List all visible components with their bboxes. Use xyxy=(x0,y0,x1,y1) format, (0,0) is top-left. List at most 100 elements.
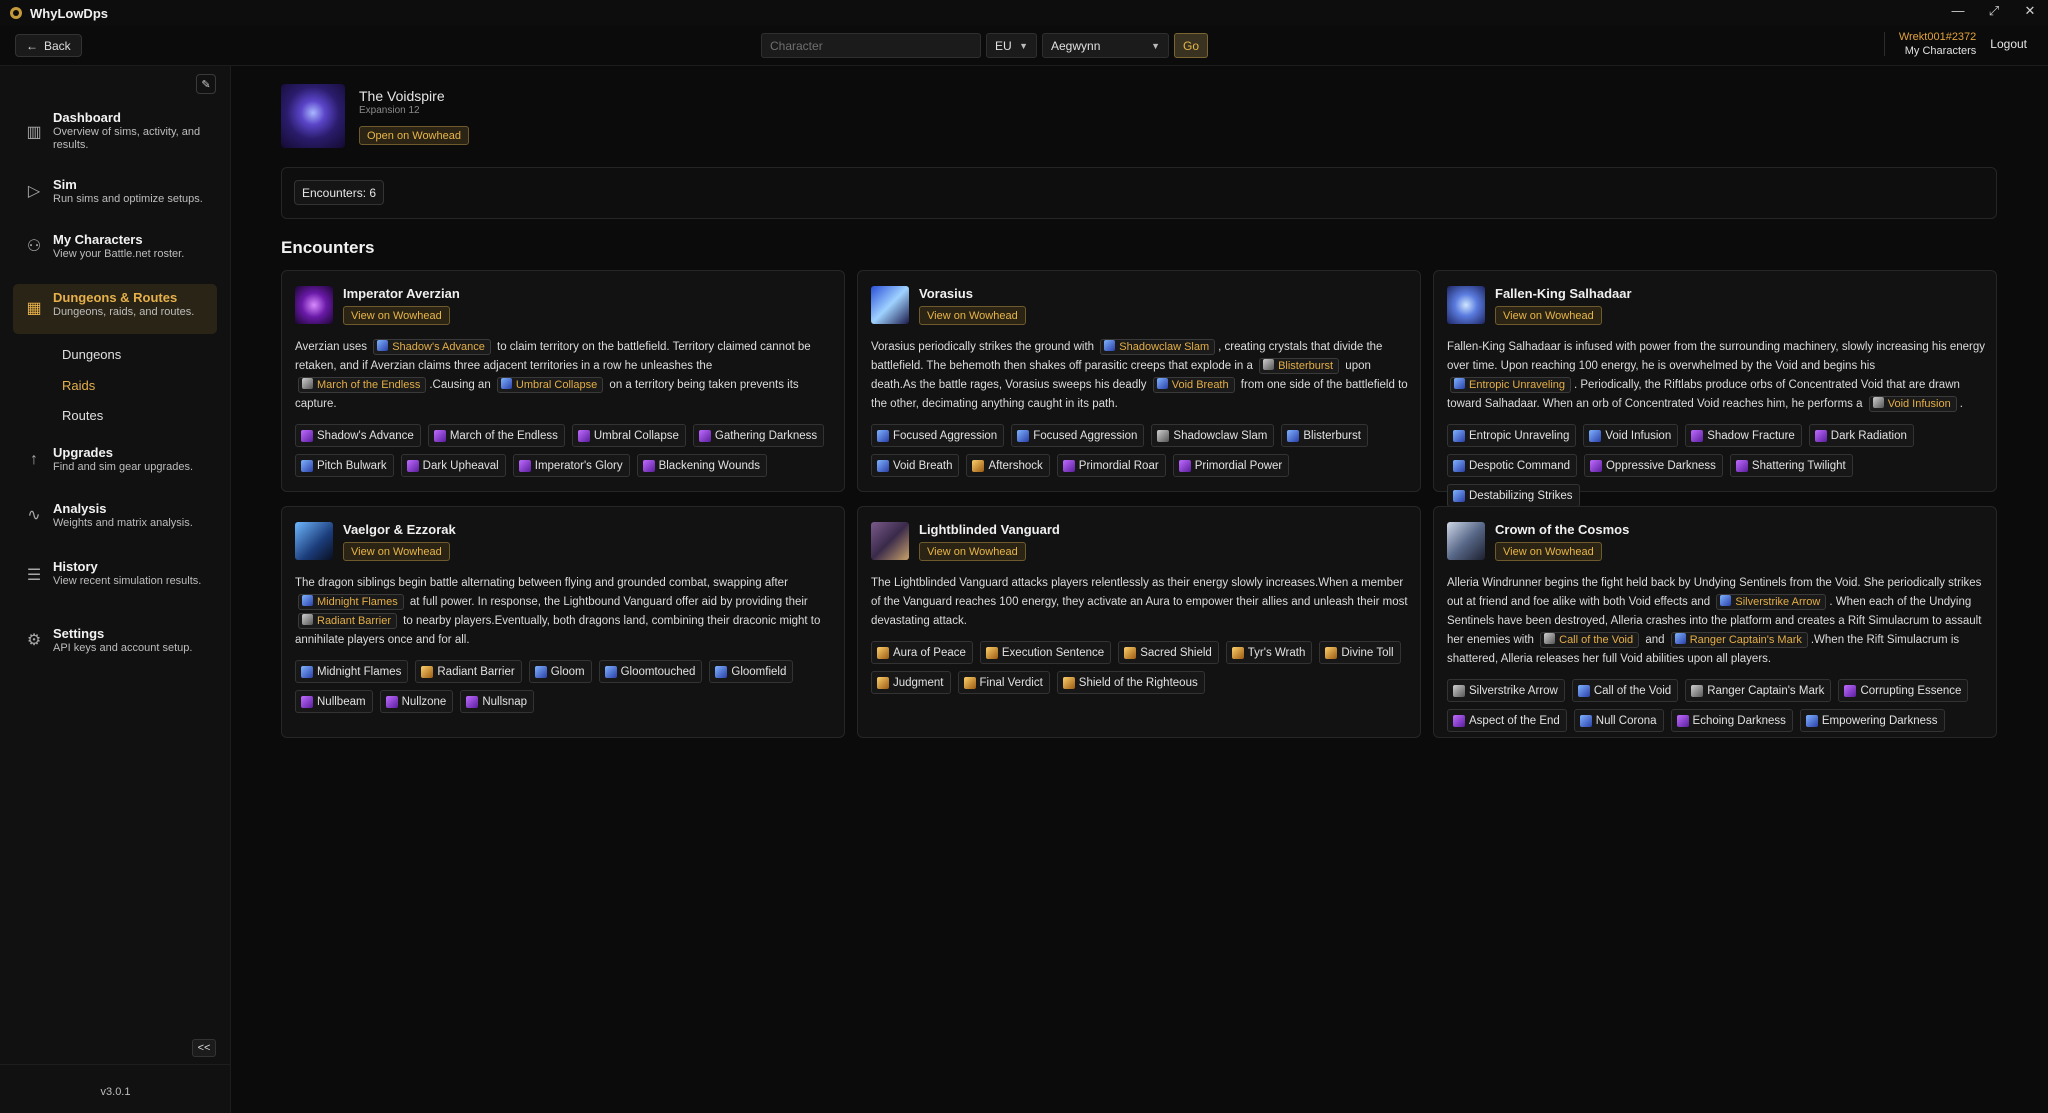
sidebar-item-analysis[interactable]: ∿ Analysis Weights and matrix analysis. xyxy=(13,495,217,536)
ability-chip[interactable]: Shield of the Righteous xyxy=(1056,671,1205,694)
ability-chip[interactable]: Call of the Void xyxy=(1571,679,1679,702)
sidebar-item-settings[interactable]: ⚙ Settings API keys and account setup. xyxy=(13,620,217,661)
sidebar-subitem-raids[interactable]: Raids xyxy=(62,378,95,393)
realm-select[interactable]: Aegwynn ▼ xyxy=(1042,33,1169,58)
character-input[interactable] xyxy=(761,33,981,58)
go-button[interactable]: Go xyxy=(1174,33,1208,58)
ability-chip[interactable]: Nullbeam xyxy=(295,690,373,713)
ability-chip[interactable]: Gloomtouched xyxy=(598,660,703,683)
ability-chip[interactable]: Gathering Darkness xyxy=(692,424,825,447)
ability-chip[interactable]: Focused Aggression xyxy=(1011,424,1145,447)
ability-chip[interactable]: Aftershock xyxy=(966,454,1050,477)
ability-chip[interactable]: Nullzone xyxy=(379,690,454,713)
my-characters-link[interactable]: My Characters xyxy=(1899,44,1977,58)
ability-chip[interactable]: Void Breath xyxy=(871,454,960,477)
ability-chip[interactable]: Dark Radiation xyxy=(1808,424,1914,447)
ability-chip[interactable]: Void Infusion xyxy=(1583,424,1679,447)
logout-button[interactable]: Logout xyxy=(1990,37,2027,51)
ability-icon xyxy=(377,339,389,351)
ability-chip[interactable]: Final Verdict xyxy=(957,671,1050,694)
ability-chip[interactable]: Judgment xyxy=(871,671,951,694)
ability-name: Umbral Collapse xyxy=(515,378,598,391)
sidebar-item-dashboard[interactable]: ▥ Dashboard Overview of sims, activity, an… xyxy=(13,104,217,162)
restore-button[interactable]: ⤢ xyxy=(1986,3,2002,19)
ability-chip[interactable]: Sacred Shield xyxy=(1118,641,1219,664)
ability-chip[interactable]: Pitch Bulwark xyxy=(295,454,394,477)
inline-ability-link[interactable]: Radiant Barrier xyxy=(298,612,397,629)
ability-chip[interactable]: Midnight Flames xyxy=(295,660,409,683)
inline-ability-link[interactable]: Ranger Captain's Mark xyxy=(1670,631,1808,648)
ability-chip[interactable]: Primordial Power xyxy=(1172,454,1290,477)
inline-ability-link[interactable]: Umbral Collapse xyxy=(496,376,604,393)
ability-chip[interactable]: Shadow Fracture xyxy=(1685,424,1802,447)
ability-chip[interactable]: Silverstrike Arrow xyxy=(1447,679,1565,702)
ability-chip[interactable]: Blackening Wounds xyxy=(636,454,768,477)
view-on-wowhead-button[interactable]: View on Wowhead xyxy=(343,542,450,561)
sidebar-subitem-dungeons[interactable]: Dungeons xyxy=(62,347,121,362)
ability-chip[interactable]: Primordial Roar xyxy=(1056,454,1166,477)
ability-chip[interactable]: Corrupting Essence xyxy=(1838,679,1969,702)
region-select[interactable]: EU ▼ xyxy=(986,33,1037,58)
ability-chip[interactable]: Umbral Collapse xyxy=(571,424,686,447)
inline-ability-link[interactable]: Entropic Unraveling xyxy=(1450,376,1571,393)
edit-pencil-icon[interactable]: ✎ xyxy=(196,74,216,94)
ability-chip[interactable]: Tyr's Wrath xyxy=(1225,641,1313,664)
inline-ability-link[interactable]: Call of the Void xyxy=(1540,631,1640,648)
ability-chip[interactable]: Null Corona xyxy=(1573,709,1664,732)
ability-chip[interactable]: Shadowclaw Slam xyxy=(1151,424,1275,447)
encounter-description: Alleria Windrunner begins the fight held… xyxy=(1447,574,1987,669)
sidebar-item-sim[interactable]: ▷ Sim Run sims and optimize setups. xyxy=(13,171,217,212)
inline-ability-link[interactable]: Void Infusion xyxy=(1868,395,1957,412)
description-text: and xyxy=(1642,634,1668,646)
open-on-wowhead-button[interactable]: Open on Wowhead xyxy=(359,126,469,145)
ability-chip[interactable]: Ranger Captain's Mark xyxy=(1685,679,1832,702)
sidebar-subitem-routes[interactable]: Routes xyxy=(62,408,103,423)
ability-chip[interactable]: Nullsnap xyxy=(460,690,535,713)
sidebar-item-history[interactable]: ☰ History View recent simulation results. xyxy=(13,553,217,599)
ability-name: Blackening Wounds xyxy=(658,459,761,472)
view-on-wowhead-button[interactable]: View on Wowhead xyxy=(1495,306,1602,325)
view-on-wowhead-button[interactable]: View on Wowhead xyxy=(343,306,450,325)
ability-chip[interactable]: Execution Sentence xyxy=(979,641,1112,664)
minimize-button[interactable]: — xyxy=(1950,3,1966,19)
inline-ability-link[interactable]: Blisterburst xyxy=(1259,357,1340,374)
view-on-wowhead-button[interactable]: View on Wowhead xyxy=(919,306,1026,325)
ability-chip[interactable]: Oppressive Darkness xyxy=(1583,454,1723,477)
ability-icon xyxy=(1287,429,1300,442)
ability-chip[interactable]: Shattering Twilight xyxy=(1729,454,1853,477)
sidebar-item-my-characters[interactable]: ⚇ My Characters View your Battle.net roste… xyxy=(13,226,217,267)
ability-chip[interactable]: Dark Upheaval xyxy=(400,454,506,477)
inline-ability-link[interactable]: Void Breath xyxy=(1152,376,1235,393)
close-button[interactable]: ✕ xyxy=(2022,3,2038,19)
ability-chip[interactable]: Gloomfield xyxy=(709,660,794,683)
inline-ability-link[interactable]: Shadow's Advance xyxy=(373,338,491,355)
ability-chip[interactable]: Radiant Barrier xyxy=(415,660,522,683)
collapse-sidebar-button[interactable]: << xyxy=(192,1039,216,1057)
encounter-description: Fallen-King Salhadaar is infused with po… xyxy=(1447,338,1987,414)
sidebar-item-upgrades[interactable]: ↑ Upgrades Find and sim gear upgrades. xyxy=(13,439,217,480)
ability-chip[interactable]: Blisterburst xyxy=(1281,424,1368,447)
ability-chip[interactable]: Gloom xyxy=(528,660,592,683)
view-on-wowhead-button[interactable]: View on Wowhead xyxy=(1495,542,1602,561)
view-on-wowhead-button[interactable]: View on Wowhead xyxy=(919,542,1026,561)
ability-chip[interactable]: Imperator's Glory xyxy=(512,454,630,477)
ability-chip[interactable]: Destabilizing Strikes xyxy=(1447,484,1580,507)
inline-ability-link[interactable]: Midnight Flames xyxy=(298,593,404,610)
ability-chip[interactable]: Entropic Unraveling xyxy=(1447,424,1577,447)
ability-chip[interactable]: Despotic Command xyxy=(1447,454,1577,477)
inline-ability-link[interactable]: Silverstrike Arrow xyxy=(1716,593,1827,610)
back-button[interactable]: ← Back xyxy=(15,34,82,57)
ability-chip[interactable]: Echoing Darkness xyxy=(1670,709,1793,732)
ability-icon xyxy=(1872,396,1884,408)
ability-chip[interactable]: Empowering Darkness xyxy=(1799,709,1945,732)
ability-chip[interactable]: Aspect of the End xyxy=(1447,709,1567,732)
ability-chip[interactable]: Focused Aggression xyxy=(871,424,1005,447)
boss-portrait-icon xyxy=(871,286,909,324)
inline-ability-link[interactable]: Shadowclaw Slam xyxy=(1100,338,1216,355)
ability-chip[interactable]: Aura of Peace xyxy=(871,641,973,664)
ability-chip[interactable]: March of the Endless xyxy=(427,424,565,447)
sidebar-item-dungeons-routes[interactable]: ▦ Dungeons & Routes Dungeons, raids, and r… xyxy=(13,284,217,334)
ability-chip[interactable]: Divine Toll xyxy=(1319,641,1401,664)
ability-chip[interactable]: Shadow's Advance xyxy=(295,424,421,447)
inline-ability-link[interactable]: March of the Endless xyxy=(298,376,427,393)
